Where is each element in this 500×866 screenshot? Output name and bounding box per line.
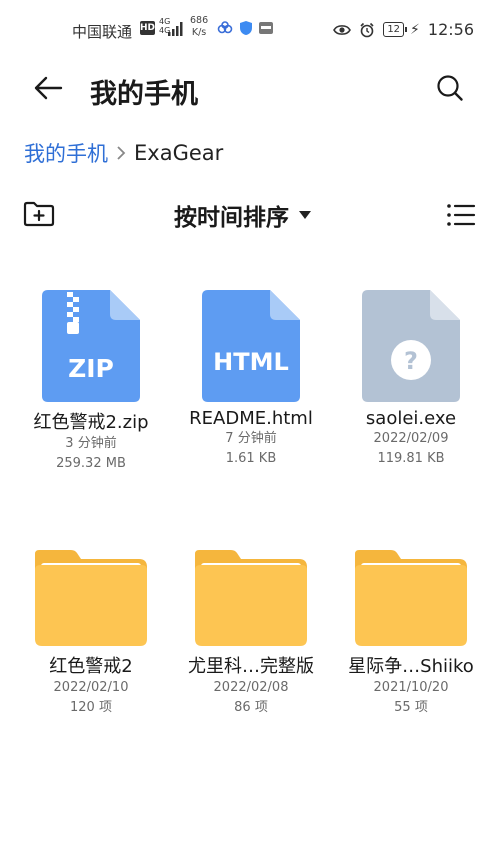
folder-item[interactable]: 红色警戒2 2022/02/10 120 项: [8, 550, 174, 718]
file-date: 2022/02/09: [373, 431, 449, 446]
svg-text:HTML: HTML: [213, 348, 289, 376]
folder-date: 2022/02/10: [53, 680, 129, 695]
file-item[interactable]: ZIP 红色警戒2.zip 3 分钟前 259.32 MB: [8, 290, 174, 474]
folder-icon: [195, 550, 307, 646]
folder-item[interactable]: 星际争…Shiiko 2021/10/20 55 项: [328, 550, 494, 718]
breadcrumb-current[interactable]: ExaGear: [134, 141, 223, 165]
page-title: 我的手机: [90, 79, 198, 110]
hd-badge: HD: [140, 21, 156, 35]
file-size: 1.61 KB: [225, 451, 277, 466]
folder-icon: [35, 550, 147, 646]
svg-text:ZIP: ZIP: [68, 354, 114, 383]
html-file-icon: HTML: [202, 290, 300, 402]
signal-icon: [168, 22, 183, 36]
file-size: 259.32 MB: [56, 456, 126, 471]
folder-count: 55 项: [394, 700, 428, 715]
list-view-icon: [447, 204, 476, 226]
new-folder-icon: [23, 201, 55, 227]
file-item[interactable]: ? saolei.exe 2022/02/09 119.81 KB: [328, 290, 494, 469]
folder-name: 星际争…Shiiko: [348, 656, 474, 677]
carrier-label: 中国联通: [72, 23, 133, 41]
folder-name: 红色警戒2: [49, 656, 133, 677]
status-right: 12 ⚡ 12:56: [333, 20, 474, 39]
battery-icon: 12: [383, 22, 407, 37]
cloud-sync-icon: [217, 21, 233, 34]
file-size: 119.81 KB: [377, 451, 445, 466]
new-folder-button[interactable]: [20, 197, 58, 231]
clock: 12:56: [427, 20, 474, 39]
app-notification-icon: [259, 22, 273, 34]
file-date: 3 分钟前: [65, 436, 117, 451]
folder-name: 尤里科…完整版: [188, 656, 314, 677]
zip-file-icon: ZIP: [42, 290, 140, 402]
back-button[interactable]: [26, 66, 70, 110]
sort-label: 按时间排序: [174, 205, 289, 231]
folder-count: 86 项: [234, 700, 268, 715]
folder-date: 2021/10/20: [373, 680, 449, 695]
folder-date: 2022/02/08: [213, 680, 289, 695]
shield-icon: [240, 21, 252, 35]
file-name: README.html: [189, 408, 313, 429]
file-item[interactable]: HTML README.html 7 分钟前 1.61 KB: [168, 290, 334, 469]
alarm-icon: [360, 22, 374, 37]
file-name: saolei.exe: [365, 408, 457, 429]
breadcrumb: 我的手机 ExaGear: [24, 138, 223, 168]
breadcrumb-root[interactable]: 我的手机: [24, 138, 108, 168]
sort-dropdown[interactable]: 按时间排序: [174, 197, 311, 233]
charging-icon: ⚡: [410, 21, 420, 38]
folder-count: 120 项: [70, 700, 112, 715]
chevron-right-icon: [116, 145, 126, 161]
folder-item[interactable]: 尤里科…完整版 2022/02/08 86 项: [168, 550, 334, 718]
status-bar: 中国联通 HD 4G 4G 686 K/s 12 ⚡ 12:56: [0, 0, 500, 58]
network-speed: 686 K/s: [190, 15, 209, 38]
search-icon: [437, 75, 463, 101]
file-name: 红色警戒2.zip: [33, 412, 149, 433]
list-view-button[interactable]: [444, 199, 478, 231]
unknown-file-icon: ?: [362, 290, 460, 402]
search-button[interactable]: [428, 66, 472, 110]
file-date: 7 分钟前: [225, 431, 277, 446]
arrow-left-icon: [34, 76, 63, 100]
folder-icon: [355, 550, 467, 646]
caret-down-icon: [299, 211, 311, 219]
eye-icon: [333, 24, 352, 35]
svg-text:?: ?: [404, 347, 418, 375]
